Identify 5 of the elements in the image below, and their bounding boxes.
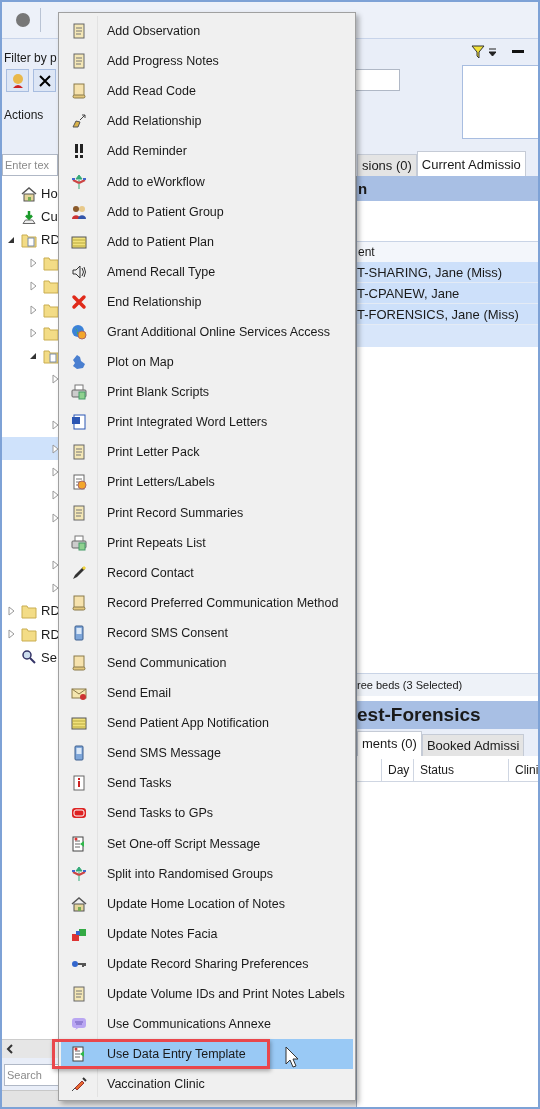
clinic-title: est-Forensics xyxy=(357,703,481,726)
status-text: ree beds (3 Selected) xyxy=(357,678,463,691)
filter-label: Filter by p xyxy=(4,51,58,65)
panel-title: n xyxy=(358,180,368,197)
actions-label: Actions xyxy=(4,108,45,122)
